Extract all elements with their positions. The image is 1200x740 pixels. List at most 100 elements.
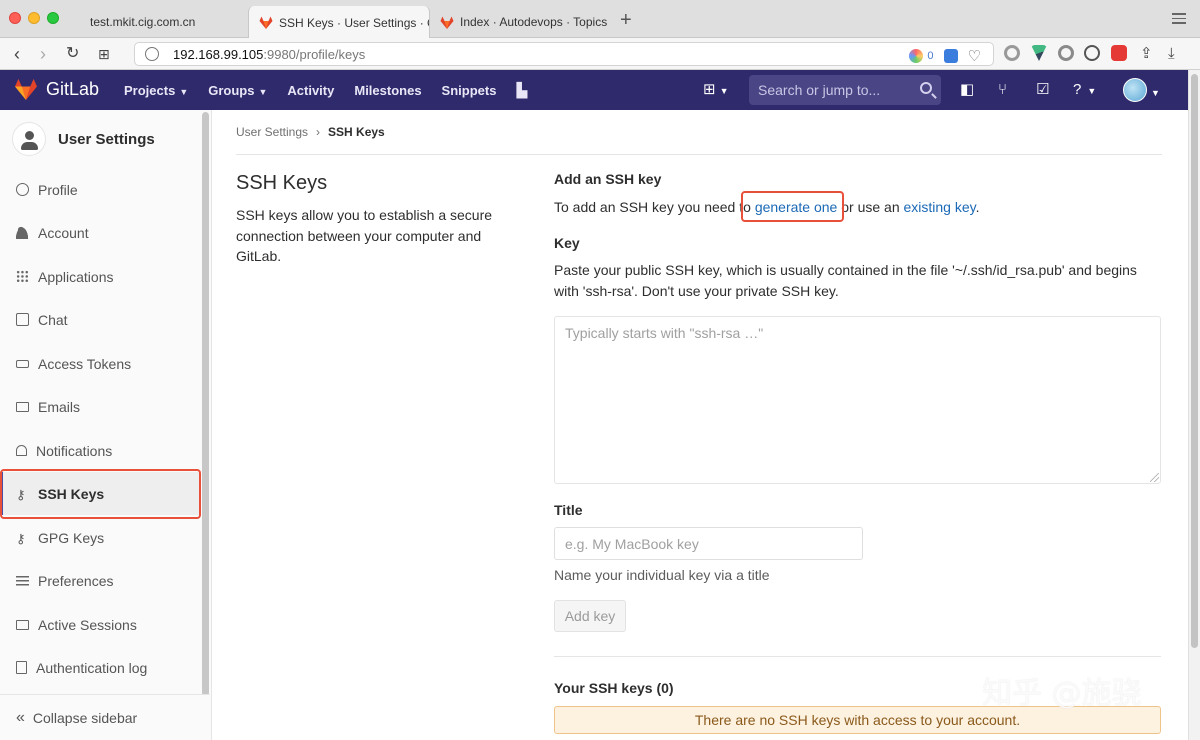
- address-bar[interactable]: 192.168.99.105:9980/profile/keys 0 ♡: [134, 42, 994, 66]
- nav-milestones[interactable]: Milestones: [354, 83, 421, 98]
- url-host: 192.168.99.105: [173, 46, 264, 62]
- search-input[interactable]: Search or jump to...: [749, 75, 941, 105]
- sidebar-item-preferences[interactable]: Preferences: [0, 559, 200, 602]
- ext-g-icon[interactable]: [1084, 45, 1100, 61]
- merge-request-icon[interactable]: ⑂: [998, 81, 1007, 99]
- browser-tab-test[interactable]: test.mkit.cig.com.cn: [80, 6, 248, 38]
- sidebar-item-account[interactable]: Account: [0, 211, 200, 254]
- nav-snippets[interactable]: Snippets: [442, 83, 497, 98]
- sidebar-toggle-icon[interactable]: ◧: [960, 81, 974, 99]
- sidebar-item-gpg-keys[interactable]: ⚷ GPG Keys: [0, 516, 200, 559]
- highlight-box: [0, 469, 201, 519]
- forward-icon[interactable]: ›: [40, 43, 46, 65]
- existing-key-link[interactable]: existing key: [904, 199, 976, 215]
- breadcrumb-current[interactable]: SSH Keys: [328, 125, 385, 139]
- window-scrollbar[interactable]: [1188, 70, 1200, 740]
- url-extensions: 0 ♡: [909, 47, 981, 65]
- your-ssh-keys-heading: Your SSH keys (0): [554, 680, 674, 696]
- sidebar-item-label: Authentication log: [36, 659, 148, 676]
- share-icon[interactable]: ⇪: [1140, 43, 1153, 65]
- sidebar-item-chat[interactable]: Chat: [0, 298, 200, 341]
- sidebar-item-label: GPG Keys: [38, 529, 105, 546]
- collapse-sidebar-button[interactable]: « Collapse sidebar: [0, 694, 210, 740]
- sidebar-item-label: Chat: [38, 311, 68, 328]
- sidebar-item-label: Notifications: [36, 442, 113, 459]
- breadcrumb: User Settings › SSH Keys: [236, 125, 385, 139]
- window-minimize-button[interactable]: [28, 12, 40, 24]
- new-tab-icon[interactable]: +: [620, 9, 632, 32]
- browser-tab-autodevops[interactable]: Index · Autodevops · Topics: [430, 6, 610, 38]
- back-icon[interactable]: ‹: [14, 43, 20, 65]
- browser-tab-ssh-keys[interactable]: SSH Keys · User Settings · G: [248, 6, 430, 39]
- chevron-down-icon[interactable]: ▼: [1151, 84, 1160, 102]
- url-path: :9980/profile/keys: [263, 46, 366, 62]
- chart-icon[interactable]: ▙: [516, 82, 527, 99]
- gitlab-fox-icon: [440, 16, 454, 29]
- sidebar-item-label: Account: [38, 224, 89, 241]
- sidebar-item-active-sessions[interactable]: Active Sessions: [0, 603, 200, 646]
- sidebar-item-profile[interactable]: Profile: [0, 168, 200, 211]
- key-help-text: Paste your public SSH key, which is usua…: [554, 262, 1137, 299]
- gitlab-header: GitLab Projects ▼ Groups ▼ Activity Milest…: [0, 70, 1188, 110]
- nav-label: Projects: [124, 82, 176, 98]
- window-close-button[interactable]: [9, 12, 21, 24]
- nav-groups[interactable]: Groups ▼: [208, 83, 267, 98]
- collapse-label: Collapse sidebar: [32, 709, 138, 726]
- grid-apps-icon[interactable]: ⊞: [98, 43, 110, 65]
- ext-circle-icon[interactable]: [1004, 45, 1020, 61]
- breadcrumb-parent[interactable]: User Settings: [236, 125, 308, 139]
- extension-badge: 0: [927, 50, 934, 62]
- ext-ring-icon[interactable]: [1058, 45, 1074, 61]
- nav-label: Groups: [208, 82, 255, 98]
- sidebar-item-access-tokens[interactable]: Access Tokens: [0, 342, 200, 385]
- sidebar-item-emails[interactable]: Emails: [0, 385, 200, 428]
- nav-projects[interactable]: Projects ▼: [124, 83, 188, 98]
- title-label: Title: [554, 502, 583, 518]
- mail-icon: [16, 401, 29, 412]
- tab-label: SSH Keys · User Settings · G: [279, 15, 430, 30]
- add-key-button[interactable]: Add key: [554, 600, 626, 632]
- todo-check-icon[interactable]: ☑: [1036, 81, 1049, 99]
- resize-handle-icon[interactable]: [1150, 473, 1159, 482]
- sliders-icon: [16, 574, 29, 587]
- favorite-heart-icon[interactable]: ♡: [968, 47, 981, 65]
- browser-tab-bar: test.mkit.cig.com.cn SSH Keys · User Set…: [0, 0, 1200, 39]
- sidebar-item-label: Access Tokens: [38, 355, 132, 372]
- sidebar-item-applications[interactable]: Applications: [0, 255, 200, 298]
- sidebar-item-label: Active Sessions: [38, 616, 137, 633]
- sidebar-item-label: Emails: [38, 398, 81, 415]
- color-extension-icon[interactable]: [909, 49, 924, 63]
- profile-icon: [16, 183, 29, 196]
- page-description: SSH keys allow you to establish a secure…: [236, 207, 493, 264]
- reload-icon[interactable]: ↻: [66, 43, 79, 65]
- sidebar-scrollbar[interactable]: [202, 112, 209, 696]
- scrollbar-thumb[interactable]: [1191, 74, 1198, 648]
- sidebar-header: User Settings: [12, 122, 155, 156]
- tab-menu-icon[interactable]: [1172, 13, 1186, 27]
- divider: [554, 656, 1161, 657]
- gitlab-logo[interactable]: GitLab: [14, 78, 99, 100]
- add-ssh-key-heading: Add an SSH key: [554, 171, 662, 187]
- sidebar-item-label: Applications: [38, 268, 114, 285]
- chevron-down-icon: ▼: [179, 86, 189, 97]
- shield-extension-icon[interactable]: [943, 49, 958, 63]
- window-maximize-button[interactable]: [47, 12, 59, 24]
- help-icon[interactable]: ? ▼: [1073, 81, 1096, 100]
- sidebar-item-label: Preferences: [38, 572, 114, 589]
- sidebar-item-notifications[interactable]: Notifications: [0, 429, 200, 472]
- nav-activity[interactable]: Activity: [287, 83, 334, 98]
- double-chevron-left-icon: «: [16, 708, 25, 726]
- key-textarea[interactable]: [554, 316, 1161, 484]
- title-input[interactable]: [554, 527, 863, 560]
- browser-toolbar: ‹ › ↻ ⊞ 192.168.99.105:9980/profile/keys…: [0, 38, 1200, 70]
- ext-red-icon[interactable]: [1111, 45, 1127, 61]
- user-avatar[interactable]: [1123, 78, 1147, 102]
- plus-square-icon[interactable]: ⊞ ▼: [703, 81, 729, 100]
- download-icon[interactable]: ⤓: [1168, 43, 1175, 65]
- vue-devtools-icon[interactable]: [1031, 45, 1047, 61]
- title-help-text: Name your individual key via a title: [554, 567, 770, 583]
- sidebar-item-authentication-log[interactable]: Authentication log: [0, 646, 200, 689]
- search-placeholder: Search or jump to...: [758, 82, 881, 98]
- sidebar-title: User Settings: [58, 130, 155, 148]
- search-icon: [920, 82, 932, 94]
